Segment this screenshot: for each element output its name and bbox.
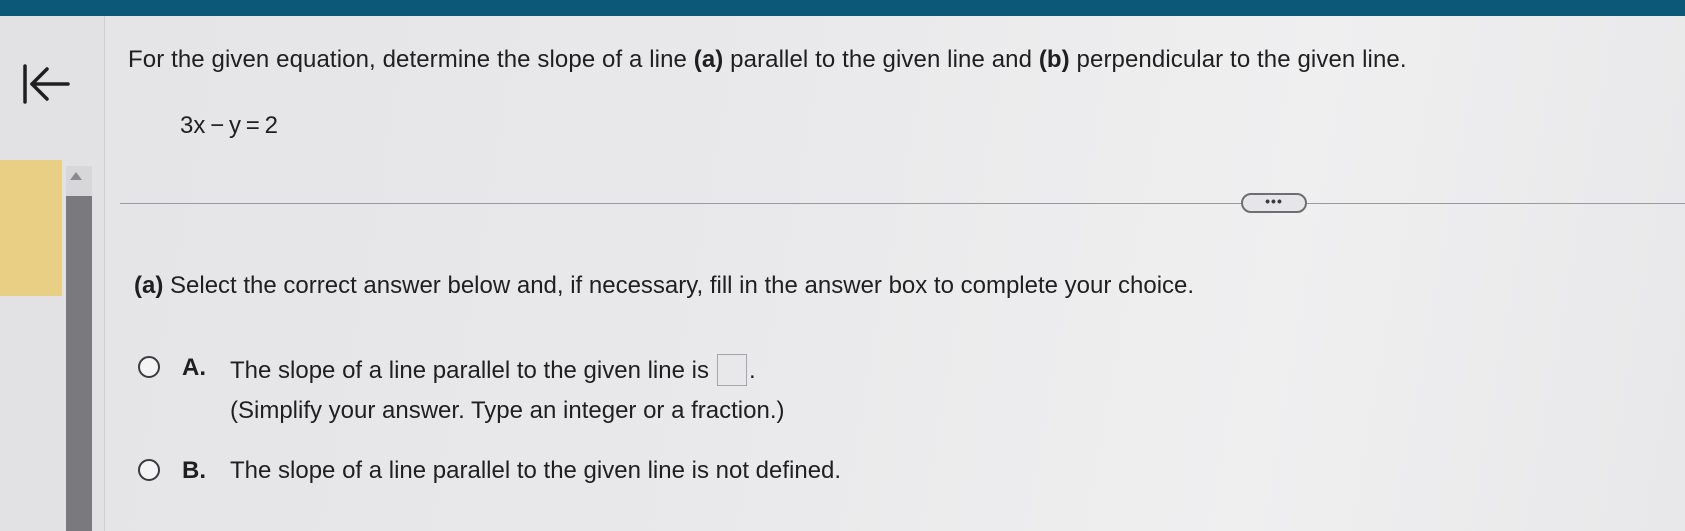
scrollbar-thumb[interactable]	[66, 196, 92, 531]
choice-b-text: The slope of a line parallel to the give…	[230, 457, 842, 484]
back-to-start-icon[interactable]	[18, 60, 74, 108]
more-options-button[interactable]: •••	[1241, 193, 1307, 213]
question-part-a-marker: (a)	[693, 46, 724, 73]
scroll-up-arrow-icon[interactable]	[70, 172, 82, 180]
part-a-instruction-text: Select the correct answer below and, if …	[163, 272, 1195, 299]
question-suffix: perpendicular to the given line.	[1069, 46, 1407, 73]
part-a-instruction: (a) Select the correct answer below and,…	[134, 272, 1194, 300]
part-a-marker: (a)	[134, 272, 164, 299]
section-divider	[120, 203, 1685, 204]
choice-a-period: .	[748, 357, 756, 384]
choice-b-radio[interactable]	[138, 459, 160, 481]
top-bar	[0, 0, 1685, 16]
given-equation: 3x − y = 2	[180, 112, 278, 139]
choice-a-hint: (Simplify your answer. Type an integer o…	[230, 397, 785, 424]
choice-a-radio[interactable]	[138, 356, 160, 378]
question-text: For the given equation, determine the sl…	[128, 46, 1407, 74]
question-prefix: For the given equation, determine the sl…	[128, 46, 694, 73]
choice-a-letter: A.	[182, 354, 206, 381]
choice-a-text: The slope of a line parallel to the give…	[230, 357, 709, 384]
choice-a-text-line: The slope of a line parallel to the give…	[230, 354, 756, 386]
question-part-b-marker: (b)	[1038, 46, 1070, 73]
answer-input-box[interactable]	[716, 354, 747, 386]
side-tab-indicator	[0, 160, 62, 296]
choice-b-letter: B.	[182, 457, 206, 484]
question-middle: parallel to the given line and	[723, 46, 1039, 73]
